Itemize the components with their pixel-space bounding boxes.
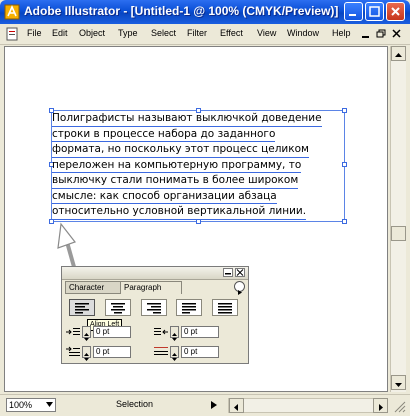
right-indent-icon — [154, 328, 168, 335]
arrow-left-icon — [234, 404, 238, 411]
justify-icon — [182, 303, 196, 314]
text-line: выключку стали понимать в более широком — [52, 173, 299, 189]
left-indent-field[interactable]: 0 pt — [66, 326, 136, 341]
justify-all-button[interactable] — [212, 299, 238, 316]
right-indent-value[interactable]: 0 pt — [181, 326, 219, 338]
justify-all-icon — [218, 303, 232, 314]
space-before-value[interactable]: 0 pt — [181, 346, 219, 358]
tab-paragraph-label: Paragraph — [124, 283, 162, 292]
align-center-button[interactable] — [105, 299, 131, 316]
align-right-icon — [147, 303, 161, 314]
menu-edit[interactable]: Edit — [52, 28, 68, 38]
palette-close-button[interactable] — [235, 268, 245, 277]
zoom-value: 100% — [9, 400, 33, 410]
menu-select[interactable]: Select — [151, 28, 176, 38]
text-line: строки в процессе набора до заданного — [52, 127, 276, 142]
app-window: Adobe Illustrator - [Untitled-1 @ 100% (… — [0, 0, 410, 416]
menu-view[interactable]: View — [257, 28, 276, 38]
align-left-button[interactable] — [69, 299, 95, 316]
menu-bar: File Edit Object Type Select Filter Effe… — [0, 24, 410, 45]
doc-restore-icon[interactable] — [376, 29, 386, 39]
menu-object[interactable]: Object — [79, 28, 105, 38]
resize-handle[interactable] — [49, 219, 54, 224]
arrow-down-icon — [395, 383, 402, 387]
right-indent-field[interactable]: 0 pt — [154, 326, 224, 341]
minimize-icon — [225, 273, 231, 275]
left-indent-icon — [66, 328, 80, 335]
first-line-indent-field[interactable]: 0 pt — [66, 346, 136, 361]
arrow-right-icon — [379, 404, 383, 411]
space-before-field[interactable]: 0 pt — [154, 346, 224, 361]
minimize-button[interactable] — [344, 2, 363, 21]
text-line: смысле: как способ организации абзаца — [52, 189, 277, 204]
triangle-right-icon[interactable] — [210, 401, 218, 409]
close-icon — [391, 7, 400, 16]
document-icon[interactable] — [6, 27, 18, 41]
window-title: Adobe Illustrator - [Untitled-1 @ 100% (… — [24, 4, 339, 18]
doc-close-icon[interactable] — [392, 29, 402, 39]
stepper-icon[interactable] — [82, 346, 91, 361]
close-icon — [236, 269, 244, 276]
scroll-right-button[interactable] — [373, 398, 388, 413]
triangle-right-icon — [238, 290, 242, 295]
first-line-indent-value[interactable]: 0 pt — [93, 346, 131, 358]
resize-grip-icon[interactable] — [392, 399, 406, 413]
space-before-icon — [154, 347, 168, 355]
stepper-icon[interactable] — [170, 326, 179, 341]
tab-paragraph[interactable]: Paragraph — [120, 281, 182, 294]
resize-handle[interactable] — [342, 219, 347, 224]
tab-character[interactable]: Character — [65, 281, 121, 294]
text-line: относительно условной вертикальной линии… — [52, 204, 307, 220]
align-right-button[interactable] — [141, 299, 167, 316]
illustrator-app-icon — [4, 4, 20, 20]
scroll-thumb[interactable] — [391, 226, 406, 241]
scroll-down-button[interactable] — [391, 375, 406, 390]
stepper-icon[interactable] — [170, 346, 179, 361]
scroll-left-button[interactable] — [229, 398, 244, 413]
align-left-icon — [75, 303, 89, 314]
minimize-icon — [349, 14, 356, 16]
menu-help[interactable]: Help — [332, 28, 351, 38]
palette-title-bar[interactable] — [62, 267, 248, 280]
vertical-scrollbar[interactable] — [390, 46, 406, 392]
close-button[interactable] — [386, 2, 405, 21]
paragraph-text[interactable]: Полиграфисты называют выключкой доведени… — [52, 111, 348, 220]
text-line: формата, но поскольку этот процесс целик… — [52, 142, 309, 158]
maximize-button[interactable] — [365, 2, 384, 21]
menu-filter[interactable]: Filter — [187, 28, 207, 38]
menu-type[interactable]: Type — [118, 28, 138, 38]
maximize-icon — [369, 6, 380, 17]
menu-window[interactable]: Window — [287, 28, 319, 38]
status-tool: Selection — [116, 399, 154, 409]
arrow-up-icon — [395, 53, 402, 57]
title-bar[interactable]: Adobe Illustrator - [Untitled-1 @ 100% (… — [0, 0, 410, 24]
paragraph-palette: Character Paragraph Align Left 0 pt 0 pt… — [61, 266, 249, 364]
menu-file[interactable]: File — [27, 28, 42, 38]
text-line: Полиграфисты называют выключкой доведени… — [52, 111, 322, 127]
doc-minimize-icon[interactable] — [361, 29, 371, 39]
align-center-icon — [111, 303, 125, 314]
left-indent-value[interactable]: 0 pt — [93, 326, 131, 338]
palette-menu-button[interactable] — [234, 281, 245, 295]
menu-effect[interactable]: Effect — [220, 28, 243, 38]
palette-minimize-button[interactable] — [223, 268, 233, 277]
text-line: переложен на компьютерную программу, то — [52, 158, 302, 173]
zoom-select[interactable]: 100% — [6, 398, 56, 412]
justify-last-left-button[interactable] — [176, 299, 202, 316]
status-bar: 100% Selection — [0, 394, 410, 416]
scroll-up-button[interactable] — [391, 46, 406, 61]
resize-handle[interactable] — [196, 219, 201, 224]
stepper-icon[interactable] — [82, 326, 91, 341]
horizontal-scrollbar[interactable] — [228, 398, 388, 413]
first-line-indent-icon — [66, 346, 80, 356]
chevron-down-icon — [46, 402, 53, 407]
